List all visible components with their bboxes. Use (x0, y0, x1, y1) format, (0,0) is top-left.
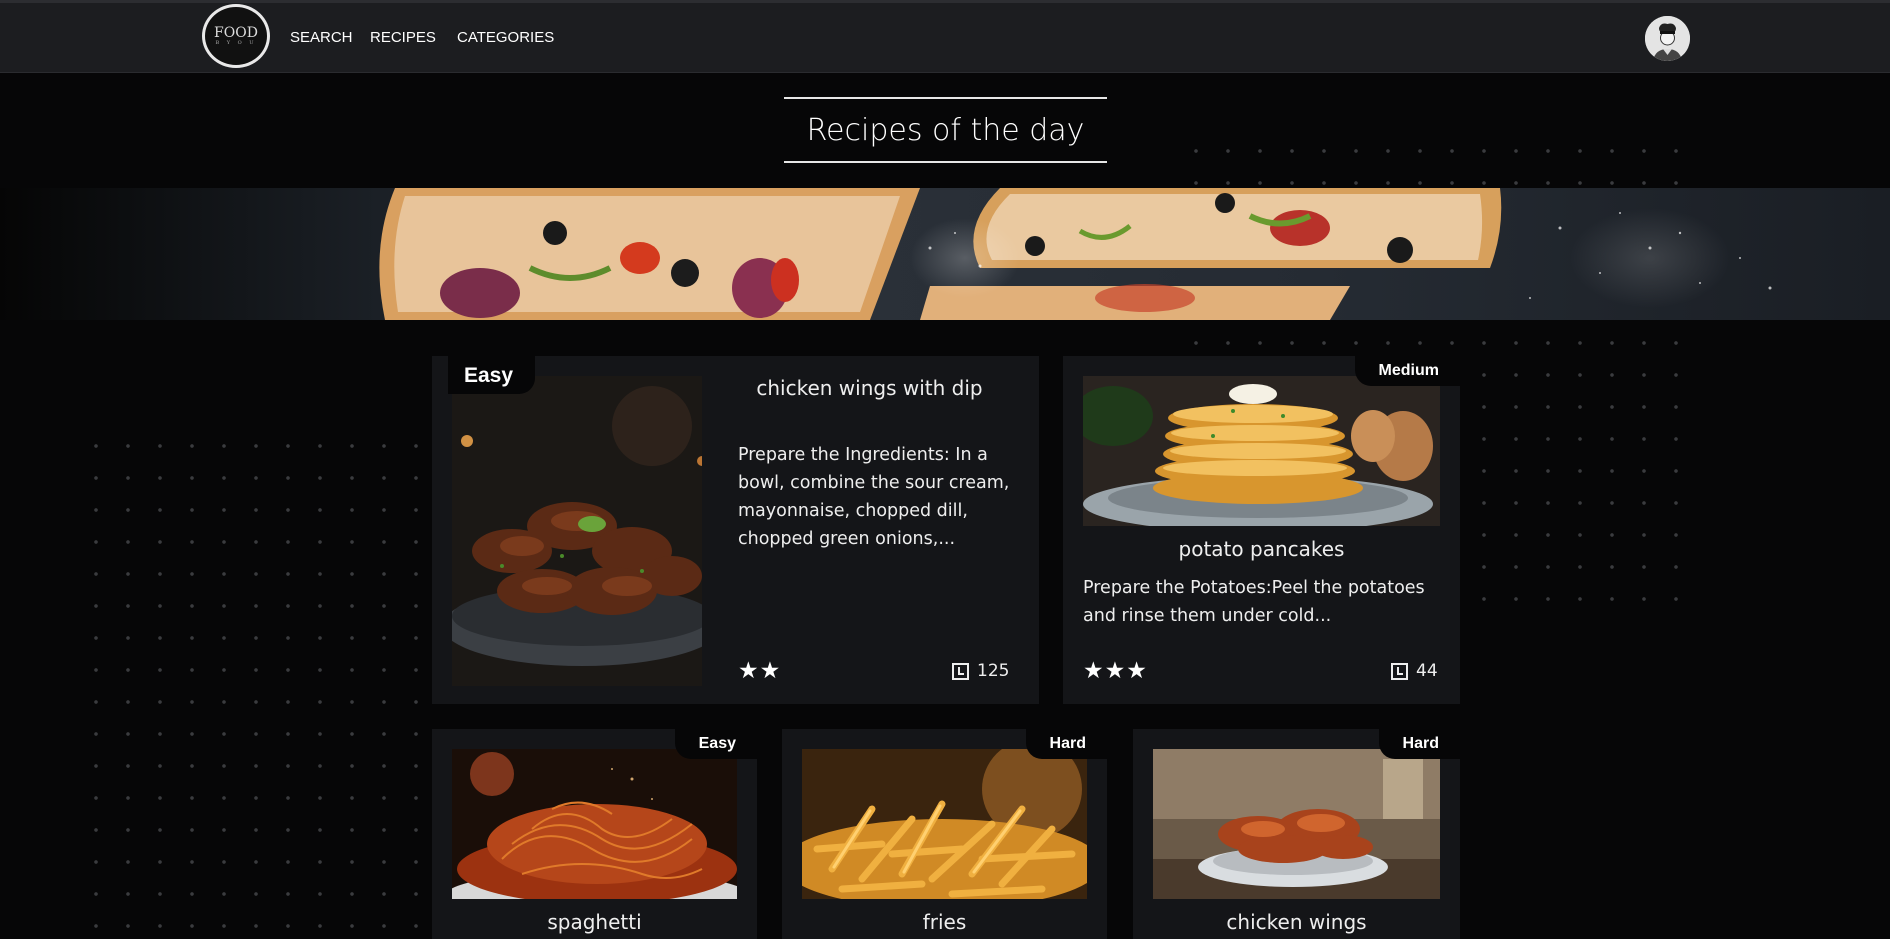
nav-search[interactable]: SEARCH (290, 29, 353, 46)
clock-icon (952, 662, 969, 680)
cook-time: 125 (952, 661, 1009, 681)
clock-icon (1391, 662, 1408, 680)
nav-categories[interactable]: CATEGORIES (457, 29, 554, 46)
recipe-image-fries (802, 749, 1087, 899)
cook-time-value: 125 (977, 661, 1010, 681)
logo-text: FOOD (214, 25, 258, 41)
difficulty-badge: Easy (674, 729, 757, 759)
pizza-banner-image (0, 188, 1890, 320)
recipe-title[interactable]: fries (802, 910, 1087, 934)
top-navigation-bar: FOOD B Y O U SEARCH RECIPES CATEGORIES (0, 0, 1890, 73)
logo-subtext: B Y O U (215, 40, 257, 46)
recipe-card-chicken-wings-with-dip[interactable]: Easy chicken wings with dip Prepare the … (432, 356, 1039, 704)
cook-time-value: 44 (1416, 661, 1438, 681)
cook-time: 44 (1391, 661, 1438, 681)
recipe-image-spaghetti (452, 749, 737, 899)
recipe-title[interactable]: potato pancakes (1083, 537, 1440, 561)
recipe-image-chicken-wings (1153, 749, 1440, 899)
recipe-title[interactable]: chicken wings (1153, 910, 1440, 934)
rating-stars: ★★★ (1083, 658, 1148, 684)
recipe-image-potato-pancakes (1083, 376, 1440, 526)
recipe-card-spaghetti[interactable]: Easy spaghetti (432, 729, 757, 939)
difficulty-badge: Medium (1354, 356, 1460, 386)
recipe-title[interactable]: chicken wings with dip (722, 376, 1017, 400)
nav-recipes[interactable]: RECIPES (370, 29, 436, 46)
recipe-card-potato-pancakes[interactable]: Medium potato pancakes Prepare the Potat… (1063, 356, 1460, 704)
recipe-description: Prepare the Potatoes:Peel the potatoes a… (1083, 578, 1425, 626)
difficulty-badge: Easy (448, 356, 536, 394)
chef-avatar-icon (1645, 16, 1690, 61)
recipe-image-chicken-wings-with-dip (452, 376, 702, 686)
recipe-card-fries[interactable]: Hard fries (782, 729, 1107, 939)
recipe-card-chicken-wings[interactable]: Hard chicken wings (1133, 729, 1460, 939)
difficulty-badge: Hard (1025, 729, 1107, 759)
user-avatar[interactable] (1645, 16, 1690, 61)
page-title: Recipes of the day (784, 97, 1107, 163)
recipe-description: Prepare the Ingredients: In a bowl, comb… (738, 445, 1010, 549)
difficulty-badge: Hard (1378, 729, 1460, 759)
recipe-title[interactable]: spaghetti (452, 910, 737, 934)
site-logo[interactable]: FOOD B Y O U (202, 4, 270, 68)
rating-stars: ★★ (738, 658, 782, 684)
